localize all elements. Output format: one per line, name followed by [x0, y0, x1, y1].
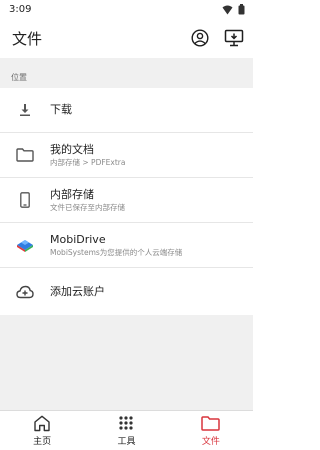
nav-label: 工具 [117, 437, 136, 447]
nav-label: 主页 [33, 437, 52, 447]
status-time: 3:09 [9, 3, 32, 15]
location-subtitle: 文件已保存至内部存储 [50, 202, 125, 212]
location-text: 添加云账户 [50, 285, 105, 299]
battery-icon [238, 0, 245, 19]
mobidrive-icon [0, 237, 50, 253]
cast-icon[interactable] [224, 28, 244, 48]
location-text: 我的文档 内部存储 > PDFExtra [50, 143, 125, 168]
location-title: MobiDrive [50, 232, 106, 246]
location-subtitle: MobiSystems为您提供的个人云端存储 [50, 247, 183, 257]
bottom-nav: 主页 工具 文件 [0, 410, 253, 450]
status-icons [222, 0, 245, 19]
location-title: 内部存储 [50, 187, 94, 201]
content-area: 位置 下载 我的文档 内部存储 > PDFExtra 内部存储 文件已保存至内部… [0, 58, 253, 410]
nav-label: 文件 [201, 437, 220, 447]
location-title: 我的文档 [50, 142, 94, 156]
nav-item-home[interactable]: 主页 [0, 411, 84, 450]
header-actions [190, 28, 244, 48]
location-title: 添加云账户 [50, 284, 105, 298]
location-title: 下载 [50, 103, 72, 116]
location-item-internal-storage[interactable]: 内部存储 文件已保存至内部存储 [0, 178, 253, 223]
location-text: MobiDrive MobiSystems为您提供的个人云端存储 [50, 233, 182, 258]
folder-icon [0, 148, 50, 162]
wifi-icon [222, 0, 233, 19]
cloud-add-icon [0, 285, 50, 299]
home-icon [33, 414, 51, 432]
location-subtitle: 内部存储 > PDFExtra [50, 157, 126, 167]
account-icon[interactable] [190, 28, 210, 48]
location-list: 下载 我的文档 内部存储 > PDFExtra 内部存储 文件已保存至内部存储 … [0, 88, 253, 315]
nav-item-files[interactable]: 文件 [169, 411, 253, 450]
phone-storage-icon [0, 192, 50, 208]
status-bar: 3:09 [0, 0, 253, 18]
location-item-download[interactable]: 下载 [0, 88, 253, 133]
location-item-add-cloud-account[interactable]: 添加云账户 [0, 268, 253, 315]
nav-item-tools[interactable]: 工具 [84, 411, 168, 450]
app-header: 文件 [0, 18, 253, 58]
location-item-my-documents[interactable]: 我的文档 内部存储 > PDFExtra [0, 133, 253, 178]
grid-icon [119, 414, 134, 432]
section-label: 位置 [11, 73, 27, 82]
folder-icon [201, 414, 221, 432]
location-text: 内部存储 文件已保存至内部存储 [50, 188, 125, 213]
page-title: 文件 [12, 29, 43, 48]
location-text: 下载 [50, 103, 72, 117]
location-item-mobidrive[interactable]: MobiDrive MobiSystems为您提供的个人云端存储 [0, 223, 253, 268]
download-icon [0, 103, 50, 117]
